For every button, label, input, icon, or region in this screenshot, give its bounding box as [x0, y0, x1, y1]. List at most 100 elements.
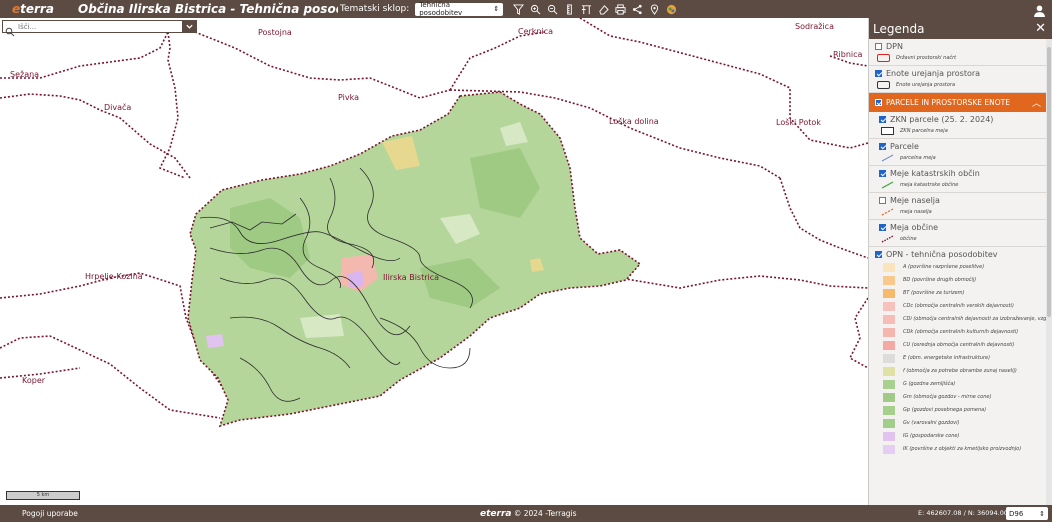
share-icon[interactable] — [632, 4, 643, 15]
eraser-icon[interactable] — [598, 4, 609, 15]
place-label: Loška dolina — [609, 117, 659, 126]
print-icon[interactable] — [615, 3, 626, 15]
select-arrows-icon: ⇕ — [493, 5, 500, 13]
symbol-label: meja naselja — [900, 209, 932, 215]
copyright-text: © 2024 -Terragis — [513, 508, 577, 518]
measure-icon[interactable] — [581, 4, 592, 15]
search-dropdown-button[interactable] — [182, 20, 196, 33]
naselja-checkbox[interactable] — [879, 197, 886, 204]
opn-legend-item: G (gozdna zemljišča) — [883, 379, 1043, 389]
opn-label: f (območja za potrebe obrambe zunaj nase… — [903, 368, 1017, 374]
opn-swatch — [883, 405, 895, 415]
opn-legend-item: A (površine razpršene poselitve) — [883, 262, 1043, 272]
place-label: Pivka — [338, 93, 359, 102]
opn-swatch — [883, 327, 895, 337]
symbol-label: Državni prostorski načrt — [896, 55, 957, 61]
footer-brand: eterra — [480, 508, 512, 519]
dpn-checkbox[interactable] — [875, 43, 882, 50]
opn-legend-item: IG (gospodarske cone) — [883, 431, 1043, 441]
layer-label: ZKN parcele (25. 2. 2024) — [890, 115, 994, 124]
legend-layer-obcine: Meja občine občine — [869, 220, 1047, 247]
symbol-label: parcelna meja — [900, 155, 936, 161]
parcel-line-symbol — [881, 154, 894, 162]
layer-label: Enote urejanja prostora — [886, 69, 981, 78]
opn-legend-item: CU (osrednja območja centralnih dejavnos… — [883, 340, 1043, 350]
group-label: PARCELE IN PROSTORSKE ENOTE — [886, 98, 1010, 107]
terms-link[interactable]: Pogoji uporabe — [0, 509, 480, 518]
coordinate-readout: E: 462607.08 / N: 36094.00 — [918, 509, 1008, 517]
parcele-checkbox[interactable] — [879, 143, 886, 150]
legend-layer-opn: OPN - tehnična posodobitev A (površine r… — [869, 247, 1047, 457]
search-box — [2, 20, 197, 36]
eup-checkbox[interactable] — [875, 70, 882, 77]
close-icon[interactable]: ✕ — [1035, 21, 1046, 36]
map-svg — [0, 18, 868, 428]
group-checkbox[interactable] — [875, 99, 882, 106]
legend-layer-zkn: ZKN parcele (25. 2. 2024) ZKN parcelna m… — [869, 112, 1047, 139]
opn-swatch — [883, 379, 895, 389]
opn-label: Gv (varovalni gozdovi) — [903, 420, 960, 426]
opn-label: IG (gospodarske cone) — [903, 433, 960, 439]
crs-select[interactable]: D96 ⇕ — [1006, 507, 1048, 520]
opn-label: Gm (območja gozdov - mirne cone) — [903, 394, 992, 400]
opn-checkbox[interactable] — [875, 251, 882, 258]
legend-group-parcele[interactable]: PARCELE IN PROSTORSKE ENOTE ︿ — [869, 93, 1047, 112]
user-icon[interactable] — [1033, 2, 1046, 17]
layer-label: OPN - tehnična posodobitev — [886, 250, 998, 259]
zkn-checkbox[interactable] — [879, 116, 886, 123]
opn-swatch — [883, 366, 895, 376]
place-label: Postojna — [258, 28, 292, 37]
boundary-line — [194, 31, 451, 99]
opn-swatch — [883, 444, 895, 454]
ko-checkbox[interactable] — [879, 170, 886, 177]
opn-swatch — [883, 353, 895, 363]
place-label: Loški Potok — [776, 118, 821, 127]
obcine-checkbox[interactable] — [879, 224, 886, 231]
scrollbar-thumb[interactable] — [1047, 47, 1051, 317]
layer-label: Meja občine — [890, 223, 939, 232]
brand-logo[interactable]: eterra — [0, 2, 70, 16]
ko-line-symbol — [881, 181, 894, 189]
opn-label: G (gozdna zemljišča) — [903, 381, 956, 387]
legend-layer-eup: Enote urejanja prostora Enote urejanja p… — [869, 66, 1047, 93]
legend-header: Legenda ✕ — [869, 18, 1052, 39]
place-label: Sodražica — [795, 22, 834, 31]
legend-layer-ko: Meje katastrskih občin meja katastrske o… — [869, 166, 1047, 193]
app-title: Občina Ilirska Bistrica - Tehnična posod… — [78, 2, 338, 16]
layer-label: Meje naselja — [890, 196, 940, 205]
symbol-label: meja katastrske občine — [900, 182, 959, 188]
opn-legend-item: CDc (območja centralnih verskih dejavnos… — [883, 301, 1043, 311]
place-label: Cerknica — [518, 27, 554, 36]
opn-label: A (površine razpršene poselitve) — [903, 264, 985, 270]
legend-title: Legenda — [873, 21, 925, 36]
boundary-line — [848, 297, 868, 369]
location-icon[interactable] — [649, 4, 660, 15]
opn-swatch — [883, 418, 895, 428]
opn-legend-item: BD (površine drugih območij) — [883, 275, 1043, 285]
chevron-up-icon[interactable]: ︿ — [1032, 96, 1041, 109]
opn-legend-item: BT (površine za turizem) — [883, 288, 1043, 298]
theme-select[interactable]: Tehnična posodobitev ⇕ — [415, 1, 504, 17]
opn-legend-item: IK (površine z objekti za kmetijsko proi… — [883, 444, 1043, 454]
opn-label: IK (površine z objekti za kmetijsko proi… — [903, 446, 1022, 452]
search-input[interactable] — [18, 22, 182, 31]
theme-label: Tematski sklop: — [340, 4, 410, 14]
dpn-symbol — [877, 54, 890, 62]
industrial-area — [206, 334, 224, 348]
opn-swatch — [883, 288, 895, 298]
place-label: Hrpelje-Kozina — [85, 272, 143, 281]
map-canvas[interactable]: Sežana Postojna Cerknica Sodražica Ribni… — [0, 18, 868, 505]
top-bar: eterra Občina Ilirska Bistrica - Tehničn… — [0, 0, 1052, 18]
map-layers-icon[interactable] — [666, 4, 677, 15]
legend-panel: Legenda ✕ DPN Državni prostorski načrt E… — [868, 18, 1052, 505]
legend-scrollbar[interactable] — [1046, 39, 1052, 505]
opn-label: E (obm. energetske infrastrukture) — [903, 355, 991, 361]
ruler-icon[interactable] — [564, 3, 575, 15]
zoom-out-icon[interactable] — [547, 4, 558, 15]
zoom-in-icon[interactable] — [530, 4, 541, 15]
opn-label: CDi (območja centralnih dejavnosti za iz… — [903, 316, 1047, 322]
app-window: eterra Občina Ilirska Bistrica - Tehničn… — [0, 0, 1052, 522]
filter-icon[interactable] — [513, 3, 525, 15]
boundary-line — [779, 177, 868, 259]
legend-layer-parcele: Parcele parcelna meja — [869, 139, 1047, 166]
